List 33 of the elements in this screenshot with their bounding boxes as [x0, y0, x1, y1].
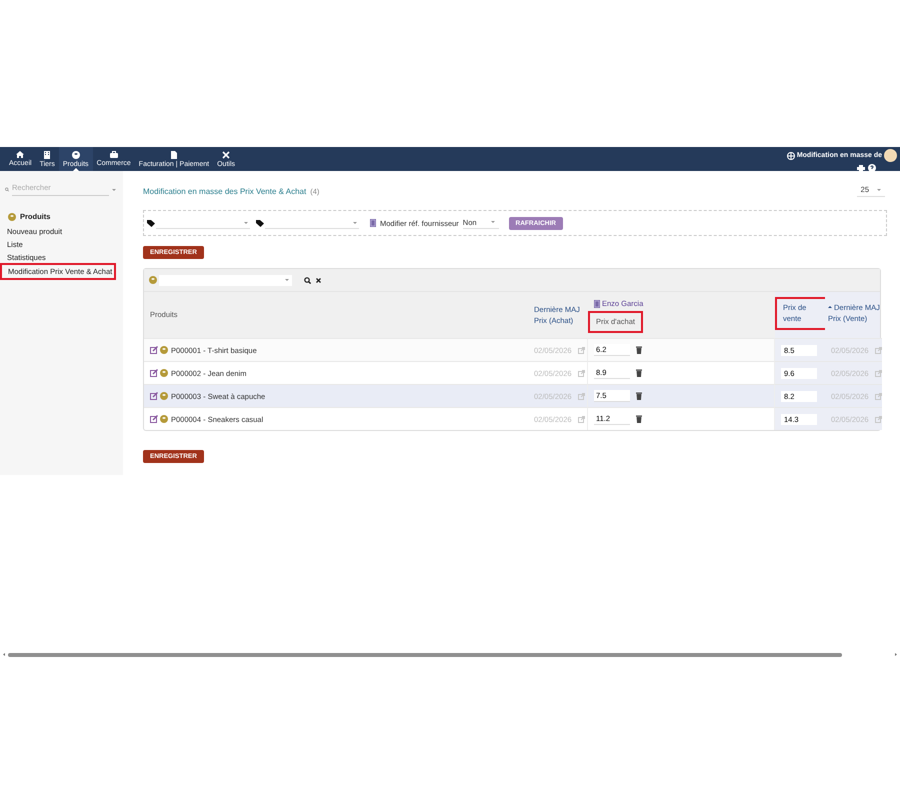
trash-icon[interactable] — [636, 415, 642, 423]
help-icon[interactable] — [868, 164, 876, 172]
building-icon — [44, 150, 50, 158]
search-icon — [5, 186, 9, 193]
edit-icon[interactable] — [150, 415, 158, 423]
edit-icon[interactable] — [150, 346, 158, 354]
cube-icon — [160, 346, 168, 354]
page-heading: Modification en masse des Prix Vente & Achat — [143, 186, 306, 196]
cube-icon — [160, 392, 168, 400]
book-icon — [594, 300, 600, 308]
edit-icon[interactable] — [150, 392, 158, 400]
book-icon — [370, 219, 376, 227]
cube-icon — [72, 150, 80, 158]
trash-icon[interactable] — [636, 346, 642, 354]
caret-icon[interactable] — [112, 188, 116, 192]
tag-icon — [147, 220, 155, 226]
tools-icon — [222, 150, 230, 158]
cube-icon — [8, 212, 16, 220]
close-icon[interactable] — [316, 278, 321, 282]
trash-icon[interactable] — [636, 369, 642, 377]
search-icon[interactable] — [304, 276, 311, 284]
briefcase-icon — [110, 151, 118, 158]
avatar-icon[interactable] — [884, 149, 897, 162]
globe-icon — [786, 152, 795, 160]
cube-icon — [160, 415, 168, 423]
cube-icon — [160, 369, 168, 377]
cube-icon — [149, 276, 157, 284]
edit-icon[interactable] — [150, 369, 158, 377]
tag-icon — [256, 220, 264, 226]
trash-icon[interactable] — [636, 392, 642, 400]
home-icon — [16, 151, 24, 158]
document-icon — [170, 150, 177, 158]
sort-ascending-icon — [828, 304, 832, 308]
